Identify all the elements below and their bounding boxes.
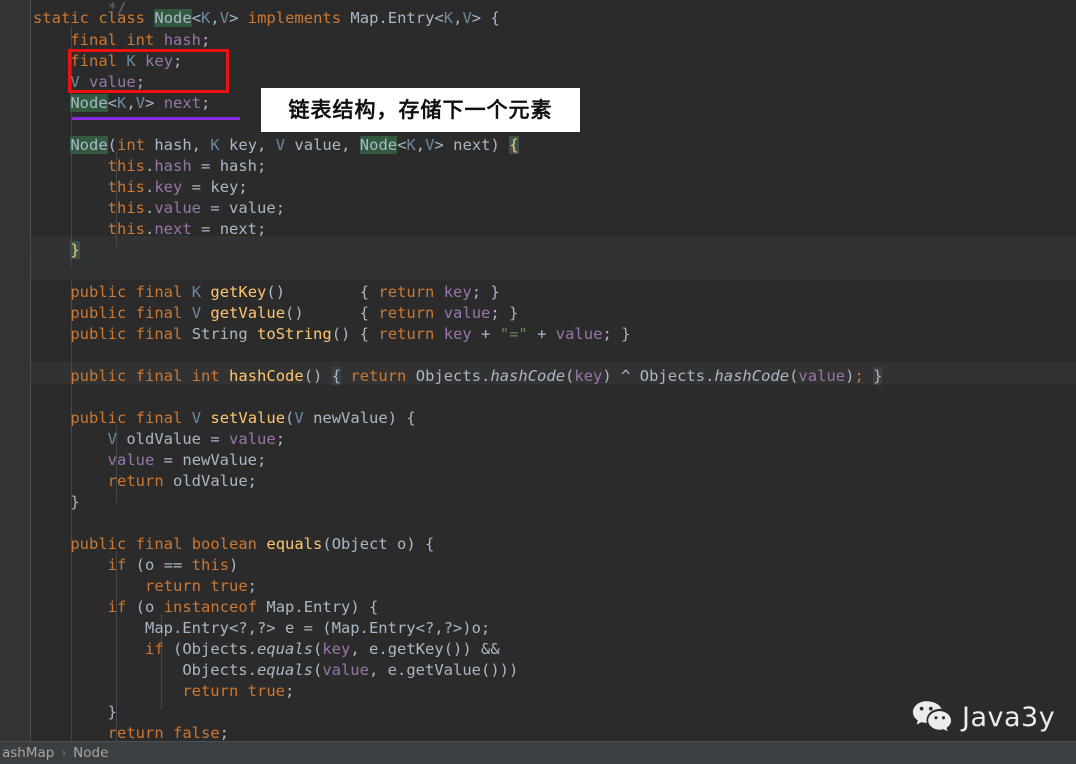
code-line: public final V getValue() { return value…: [70, 304, 519, 322]
code-line: public final V setValue(V newValue) {: [70, 409, 416, 427]
code-line: public final String toString() { return …: [70, 325, 631, 343]
violet-underline-marker: [72, 117, 240, 120]
watermark-label: Java3y: [962, 701, 1056, 733]
code-line: return true;: [144, 577, 257, 595]
code-line: return false;: [107, 724, 230, 741]
chevron-right-icon: ›: [61, 746, 67, 760]
code-line: }: [70, 493, 80, 511]
code-line: Objects.equals(value, e.getValue())): [182, 661, 519, 679]
code-line: this.key = key;: [107, 178, 248, 196]
code-line: if (o instanceof Map.Entry) {: [107, 598, 379, 616]
code-line: }: [107, 703, 117, 721]
breadcrumb-item-hashmap[interactable]: ashMap: [0, 745, 56, 761]
code-line: this.next = next;: [107, 220, 267, 238]
code-line: public final int hashCode() { return Obj…: [70, 367, 883, 385]
code-line: return oldValue;: [107, 472, 257, 490]
breadcrumb-item-node[interactable]: Node: [71, 745, 110, 761]
code-editor-surface[interactable]: */ static class Node<K,V> implements Map…: [0, 0, 1076, 741]
wechat-icon: [912, 700, 952, 734]
code-line: Map.Entry<?,?> e = (Map.Entry<?,?>)o;: [144, 619, 491, 637]
code-line: }: [70, 241, 80, 259]
code-line: public final K getKey() { return key; }: [70, 283, 500, 301]
code-line: static class Node<K,V> implements Map.En…: [33, 9, 500, 27]
code-line: this.hash = hash;: [107, 157, 267, 175]
code-line: if (o == this): [107, 556, 239, 574]
idea-editor-window: */ static class Node<K,V> implements Map…: [0, 0, 1076, 764]
code-line: V value;: [70, 73, 146, 91]
code-line: this.value = value;: [107, 199, 286, 217]
code-line: V oldValue = value;: [107, 430, 286, 448]
annotation-callout: 链表结构，存储下一个元素: [261, 88, 580, 132]
code-line: final int hash;: [70, 31, 211, 49]
breadcrumb[interactable]: ashMap › Node: [0, 741, 1076, 764]
code-line: if (Objects.equals(key, e.getKey()) &&: [144, 640, 500, 658]
code-line: Node<K,V> next;: [70, 94, 211, 112]
code-line: final K key;: [70, 52, 183, 70]
code-line: public final boolean equals(Object o) {: [70, 535, 435, 553]
code-line: Node(int hash, K key, V value, Node<K,V>…: [70, 136, 519, 154]
code-line: value = newValue;: [107, 451, 267, 469]
watermark: Java3y: [912, 700, 1055, 734]
code-line: return true;: [182, 682, 295, 700]
